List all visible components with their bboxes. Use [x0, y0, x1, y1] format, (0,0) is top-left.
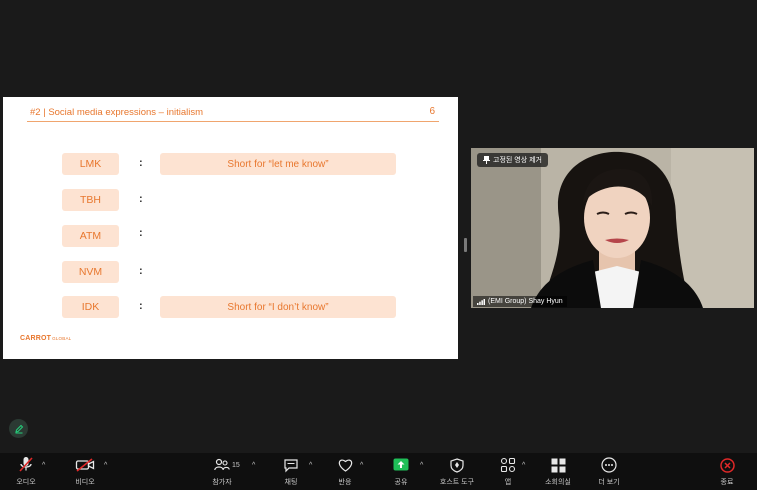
audio-button[interactable]: 오디오 [12, 455, 40, 488]
pin-icon [483, 156, 490, 164]
heart-icon [338, 459, 352, 472]
shield-icon [450, 457, 464, 473]
apps-label: 앱 [504, 479, 512, 486]
reactions-options-caret[interactable]: ^ [360, 462, 363, 469]
share-button[interactable]: 공유 [388, 455, 414, 488]
share-label: 공유 [394, 479, 408, 486]
participant-video-image [471, 148, 754, 308]
muted-microphone-icon [19, 457, 33, 472]
video-options-caret[interactable]: ^ [104, 462, 107, 469]
audio-label: 오디오 [16, 479, 36, 486]
slide-title: #2 | Social media expressions – initiali… [30, 107, 204, 118]
term-lmk: LMK [62, 153, 119, 175]
unpin-video-button[interactable]: 고정된 영상 제거 [477, 153, 548, 167]
view-splitter-handle[interactable] [464, 238, 467, 252]
share-screen-icon [393, 458, 409, 471]
end-meeting-button[interactable]: 종료 [715, 455, 739, 488]
meeting-toolbar: 오디오 ^ 비디오 ^ 참가자 15 ^ 채팅 ^ 반응 ^ 공유 ^ 호스트 … [0, 453, 757, 490]
chat-button[interactable]: 채팅 [278, 455, 304, 488]
participants-label: 참가자 [212, 479, 232, 486]
participants-button[interactable]: 참가자 [208, 455, 236, 488]
chat-label: 채팅 [284, 479, 298, 486]
participant-name: (EMI Group) Shay Hyun [488, 298, 563, 305]
colon: : [139, 265, 143, 277]
term-nvm: NVM [62, 261, 119, 283]
meeting-stage: #2 | Social media expressions – initiali… [0, 0, 757, 453]
more-icon [601, 457, 617, 473]
slide-header: #2 | Social media expressions – initiali… [27, 105, 439, 122]
apps-button[interactable]: 앱 [496, 455, 520, 488]
colon: : [139, 157, 143, 169]
pencil-icon [14, 424, 23, 433]
meaning-lmk: Short for “let me know” [160, 153, 396, 175]
host-tools-label: 호스트 도구 [439, 479, 475, 486]
apps-icon [500, 457, 516, 473]
video-label: 비디오 [75, 479, 95, 486]
audio-options-caret[interactable]: ^ [42, 462, 45, 469]
more-button[interactable]: 더 보기 [594, 455, 624, 488]
breakout-rooms-button[interactable]: 소회의실 [540, 455, 576, 488]
term-tbh: TBH [62, 189, 119, 211]
colon: : [139, 227, 143, 239]
apps-options-caret[interactable]: ^ [522, 462, 525, 469]
term-atm: ATM [62, 225, 119, 247]
more-label: 더 보기 [598, 479, 620, 486]
breakout-rooms-icon [551, 458, 565, 472]
meaning-idk: Short for “I don’t know” [160, 296, 396, 318]
video-button[interactable]: 비디오 [68, 455, 102, 488]
colon: : [139, 193, 143, 205]
reactions-label: 반응 [338, 479, 352, 486]
shared-screen-slide: #2 | Social media expressions – initiali… [3, 97, 458, 359]
participant-name-tag: (EMI Group) Shay Hyun [473, 296, 567, 307]
reactions-button[interactable]: 반응 [332, 455, 358, 488]
participants-options-caret[interactable]: ^ [252, 462, 255, 469]
participant-video-tile[interactable]: 고정된 영상 제거 (EMI Group) Shay Hyun [471, 148, 754, 308]
participants-count: 15 [232, 462, 240, 469]
chat-options-caret[interactable]: ^ [309, 462, 312, 469]
participants-icon [214, 458, 230, 471]
end-label: 종료 [720, 479, 734, 486]
brand-logo: CARROTGLOBAL [20, 335, 72, 342]
annotate-button[interactable] [9, 419, 28, 438]
host-tools-button[interactable]: 호스트 도구 [434, 455, 480, 488]
close-icon [719, 457, 735, 473]
slide-page-number: 6 [429, 106, 435, 117]
share-options-caret[interactable]: ^ [420, 462, 423, 469]
breakout-rooms-label: 소회의실 [545, 479, 571, 486]
signal-strength-icon [477, 298, 485, 305]
chat-icon [284, 458, 298, 472]
video-off-icon [75, 458, 95, 472]
colon: : [139, 300, 143, 312]
term-idk: IDK [62, 296, 119, 318]
unpin-video-label: 고정된 영상 제거 [493, 157, 542, 164]
